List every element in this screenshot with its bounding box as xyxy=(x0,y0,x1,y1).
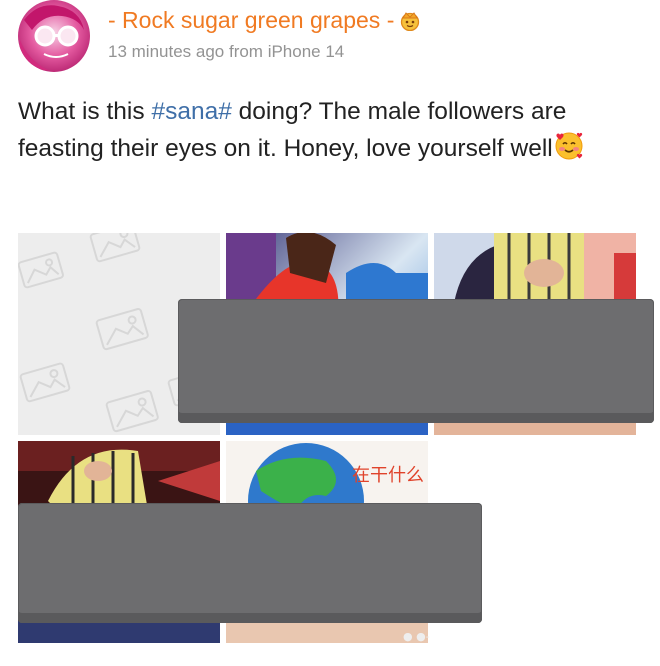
post-body: What is this #sana# doing? The male foll… xyxy=(18,93,648,167)
username-link[interactable]: - Rock sugar green grapes - xyxy=(108,6,422,34)
hashtag-link[interactable]: #sana# xyxy=(151,98,231,125)
crown-icon xyxy=(401,12,420,31)
post-text-part1: What is this xyxy=(18,98,152,125)
avatar[interactable] xyxy=(18,0,90,72)
weibo-post: - Rock sugar green grapes - 13 minutes a… xyxy=(0,0,660,666)
avatar-glasses-icon xyxy=(18,0,90,72)
smiling-face-with-hearts-icon xyxy=(555,132,583,160)
redaction-bar xyxy=(18,503,482,623)
username-text: - Rock sugar green grapes - xyxy=(108,7,395,33)
weibo-watermark: ● ●- xyxy=(403,630,430,643)
redaction-bar xyxy=(178,299,654,423)
image-overlay-text: 在干什么 xyxy=(352,465,424,486)
post-timestamp-source: 13 minutes ago from iPhone 14 xyxy=(108,42,345,61)
